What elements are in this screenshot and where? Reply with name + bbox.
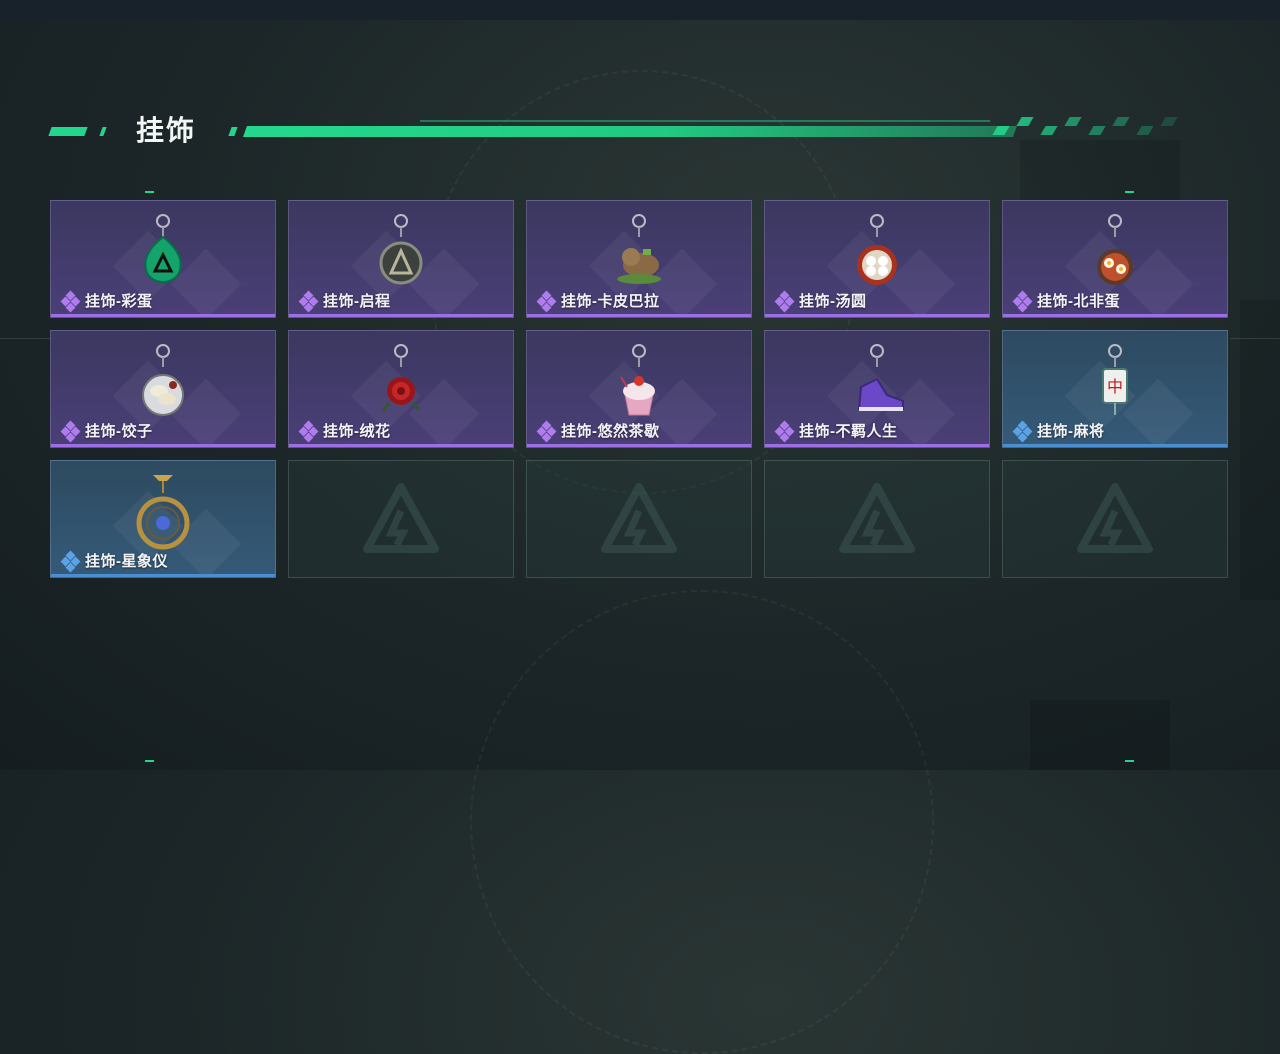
rarity-diamond-icon xyxy=(60,290,83,312)
game-logo-icon xyxy=(363,483,439,553)
dark-logo-medal-charm-icon xyxy=(379,214,423,285)
red-rose-charm-icon xyxy=(381,344,421,412)
card-label: 挂饰-卡皮巴拉 xyxy=(536,290,660,312)
rarity-stripe xyxy=(1003,314,1227,317)
card-title: 挂饰-北非蛋 xyxy=(1037,293,1120,310)
charm-card[interactable]: 挂饰-绒花 xyxy=(288,330,514,448)
section-header: 挂饰 xyxy=(0,105,1280,155)
rarity-stripe xyxy=(527,444,751,447)
rarity-stripe xyxy=(51,574,275,577)
header-checker-pattern xyxy=(992,117,1205,137)
card-label: 挂饰-不羁人生 xyxy=(774,420,898,442)
charm-card[interactable]: 中挂饰-麻将 xyxy=(1002,330,1228,448)
header-accent-dash xyxy=(99,127,107,136)
card-label: 挂饰-北非蛋 xyxy=(1012,290,1120,312)
header-accent-bar xyxy=(242,126,1018,137)
mahjong-tile-charm-icon: 中 xyxy=(1102,344,1128,415)
side-guide-line xyxy=(1230,338,1280,339)
charm-card[interactable]: 挂饰-北非蛋 xyxy=(1002,200,1228,318)
card-title: 挂饰-麻将 xyxy=(1037,423,1105,440)
rarity-stripe xyxy=(527,314,751,317)
corner-tick xyxy=(1125,760,1134,762)
dumpling-plate-charm-icon xyxy=(142,344,184,416)
header-accent-dash xyxy=(228,127,238,136)
rarity-diamond-icon xyxy=(298,290,321,312)
corner-tick xyxy=(145,760,154,762)
charm-card[interactable]: 挂饰-饺子 xyxy=(50,330,276,448)
card-title: 挂饰-星象仪 xyxy=(85,553,168,570)
rarity-stripe xyxy=(51,444,275,447)
charm-card[interactable]: 挂饰-悠然茶歇 xyxy=(526,330,752,448)
rarity-diamond-icon xyxy=(1012,420,1035,442)
header-thin-line xyxy=(420,120,990,122)
card-label: 挂饰-麻将 xyxy=(1012,420,1105,442)
card-label: 挂饰-悠然茶歇 xyxy=(536,420,660,442)
card-label: 挂饰-启程 xyxy=(298,290,391,312)
card-label: 挂饰-绒花 xyxy=(298,420,391,442)
charm-card[interactable]: 挂饰-汤圆 xyxy=(764,200,990,318)
card-title: 挂饰-汤圆 xyxy=(799,293,867,310)
card-label: 挂饰-彩蛋 xyxy=(60,290,153,312)
rarity-diamond-icon xyxy=(774,290,797,312)
empty-charm-slot[interactable] xyxy=(1002,460,1228,578)
charm-card[interactable]: 挂饰-彩蛋 xyxy=(50,200,276,318)
rarity-diamond-icon xyxy=(774,420,797,442)
card-title: 挂饰-彩蛋 xyxy=(85,293,153,310)
rarity-stripe xyxy=(289,444,513,447)
card-title: 挂饰-绒花 xyxy=(323,423,391,440)
charm-card[interactable]: 挂饰-卡皮巴拉 xyxy=(526,200,752,318)
corner-tick xyxy=(145,191,154,193)
card-label: 挂饰-饺子 xyxy=(60,420,153,442)
game-logo-icon xyxy=(601,483,677,553)
astrolabe-charm-icon xyxy=(136,475,190,550)
header-accent-dash xyxy=(48,127,88,136)
card-title: 挂饰-饺子 xyxy=(85,423,153,440)
charm-card[interactable]: 挂饰-启程 xyxy=(288,200,514,318)
rarity-diamond-icon xyxy=(60,550,83,572)
rarity-diamond-icon xyxy=(536,290,559,312)
charm-card[interactable]: 挂饰-不羁人生 xyxy=(764,330,990,448)
empty-charm-slot[interactable] xyxy=(526,460,752,578)
rarity-diamond-icon xyxy=(298,420,321,442)
game-logo-icon xyxy=(1077,483,1153,553)
charm-grid: 挂饰-彩蛋 挂饰-启程 挂饰-卡皮巴拉 挂饰-汤圆 挂饰-北非蛋 挂饰-饺子 挂饰-绒花 挂饰… xyxy=(50,200,1230,580)
rarity-diamond-icon xyxy=(536,420,559,442)
card-title: 挂饰-启程 xyxy=(323,293,391,310)
empty-charm-slot[interactable] xyxy=(764,460,990,578)
card-title: 挂饰-悠然茶歇 xyxy=(561,423,660,440)
rarity-stripe xyxy=(765,314,989,317)
rarity-stripe xyxy=(289,314,513,317)
card-label: 挂饰-汤圆 xyxy=(774,290,867,312)
top-bar xyxy=(0,0,1280,20)
rarity-diamond-icon xyxy=(60,420,83,442)
shakshuka-charm-icon xyxy=(1097,214,1133,285)
purple-sneaker-charm-icon xyxy=(857,344,904,411)
corner-tick xyxy=(1125,191,1134,193)
rarity-diamond-icon xyxy=(1012,290,1035,312)
rarity-stripe xyxy=(765,444,989,447)
rarity-stripe xyxy=(51,314,275,317)
svg-text:中: 中 xyxy=(1107,377,1123,396)
bg-arc-decoration xyxy=(470,590,934,1054)
card-title: 挂饰-卡皮巴拉 xyxy=(561,293,660,310)
bg-block-decoration xyxy=(1240,300,1280,600)
cupcake-charm-icon xyxy=(620,344,655,416)
side-guide-line xyxy=(0,338,50,339)
game-logo-icon xyxy=(839,483,915,553)
rarity-stripe xyxy=(1003,444,1227,447)
card-title: 挂饰-不羁人生 xyxy=(799,423,898,440)
green-logo-drop-charm-icon xyxy=(144,214,182,283)
section-title: 挂饰 xyxy=(136,115,197,146)
charm-card[interactable]: 挂饰-星象仪 xyxy=(50,460,276,578)
bg-block-decoration xyxy=(1030,700,1170,770)
tangyuan-bowl-charm-icon xyxy=(857,214,897,285)
card-label: 挂饰-星象仪 xyxy=(60,550,168,572)
capybara-charm-icon xyxy=(617,214,661,284)
empty-charm-slot[interactable] xyxy=(288,460,514,578)
